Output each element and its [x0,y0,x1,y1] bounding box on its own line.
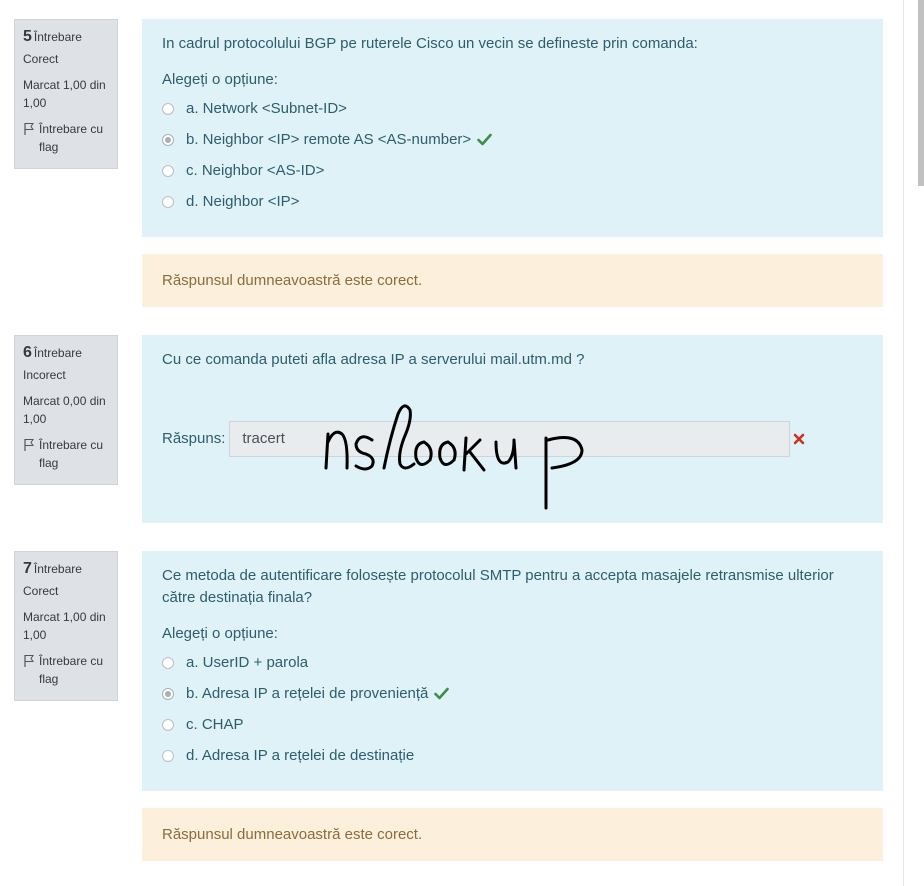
flag-question-toggle[interactable]: Întrebare cu flag [23,436,109,472]
question-formulation-7: Ce metoda de autentificare folosește pro… [142,551,883,791]
option-d[interactable]: d. Adresa IP a rețelei de destinație [162,740,863,771]
question-state: Corect [23,584,59,598]
option-label: b. Neighbor <IP> remote AS <AS-number> [186,130,472,148]
option-label: a. UserID + parola [186,653,309,671]
correct-check-icon [477,133,492,146]
handwritten-annotation-nslookup [324,404,584,510]
question-grade: Marcat 1,00 din 1,00 [23,78,106,110]
question-word: Întrebare [33,30,82,44]
option-c[interactable]: c. Neighbor <AS-ID> [162,155,863,186]
radio-button[interactable] [162,195,174,208]
option-label: d. Neighbor <IP> [186,192,300,210]
question-text: Ce metoda de autentificare folosește pro… [162,567,834,606]
option-label: c. Neighbor <AS-ID> [186,161,325,179]
radio-button[interactable] [162,656,174,669]
question-number: 5 [23,28,32,45]
question-state: Incorect [23,368,66,382]
option-c[interactable]: c. CHAP [162,709,863,740]
radio-button-selected[interactable] [162,133,174,146]
answer-prompt: Alegeți o opțiune: [162,71,278,88]
feedback-text: Răspunsul dumneavoastră este corect. [162,826,423,843]
question-word: Întrebare [33,346,82,360]
question-number: 6 [23,344,32,361]
question-info-5: 5 Întrebare Corect Marcat 1,00 din 1,00 Î… [14,19,118,169]
question-text: In cadrul protocolului BGP pe ruterele C… [162,35,698,52]
option-label: d. Adresa IP a rețelei de destinație [186,746,415,764]
question-word: Întrebare [33,562,82,576]
correct-check-icon [434,687,450,700]
option-b[interactable]: b. Neighbor <IP> remote AS <AS-number> [162,124,863,155]
question-info-7: 7 Întrebare Corect Marcat 1,00 din 1,00 Î… [14,551,118,701]
radio-button[interactable] [162,164,174,177]
flag-question-toggle[interactable]: Întrebare cu flag [23,652,109,688]
feedback-7: Răspunsul dumneavoastră este corect. [142,808,883,861]
feedback-5: Răspunsul dumneavoastră este corect. [142,254,883,307]
option-a[interactable]: a. UserID + parola [162,647,863,678]
question-formulation-5: In cadrul protocolului BGP pe ruterele C… [142,19,883,237]
option-label: a. Network <Subnet-ID> [186,99,347,117]
question-state: Corect [23,52,59,66]
question-text: Cu ce comanda puteti afla adresa IP a se… [162,351,585,368]
option-label: c. CHAP [186,715,244,733]
flag-icon [24,123,34,135]
flag-icon [24,655,34,667]
question-grade: Marcat 0,00 din 1,00 [23,394,106,426]
flag-icon [24,439,34,451]
flag-label: Întrebare cu flag [39,654,104,686]
incorrect-x-icon [794,433,805,445]
question-number: 7 [23,560,32,577]
flag-question-toggle[interactable]: Întrebare cu flag [23,120,109,156]
option-d[interactable]: d. Neighbor <IP> [162,186,863,217]
question-info-6: 6 Întrebare Incorect Marcat 0,00 din 1,00… [14,335,118,485]
radio-button[interactable] [162,749,174,762]
option-label: b. Adresa IP a rețelei de proveniență [186,684,429,702]
feedback-text: Răspunsul dumneavoastră este corect. [162,272,423,289]
flag-label: Întrebare cu flag [39,122,104,154]
answer-label: Răspuns: [162,430,226,447]
option-a[interactable]: a. Network <Subnet-ID> [162,93,863,124]
radio-button-selected[interactable] [162,687,174,700]
radio-button[interactable] [162,718,174,731]
answer-value: tracert [242,430,285,447]
question-grade: Marcat 1,00 din 1,00 [23,610,106,642]
flag-label: Întrebare cu flag [39,438,104,470]
radio-button[interactable] [162,102,174,115]
scrollbar-thumb[interactable] [918,0,924,186]
page-scrollbar[interactable] [903,0,924,886]
option-b[interactable]: b. Adresa IP a rețelei de proveniență [162,678,863,709]
answer-prompt: Alegeți o opțiune: [162,625,278,642]
